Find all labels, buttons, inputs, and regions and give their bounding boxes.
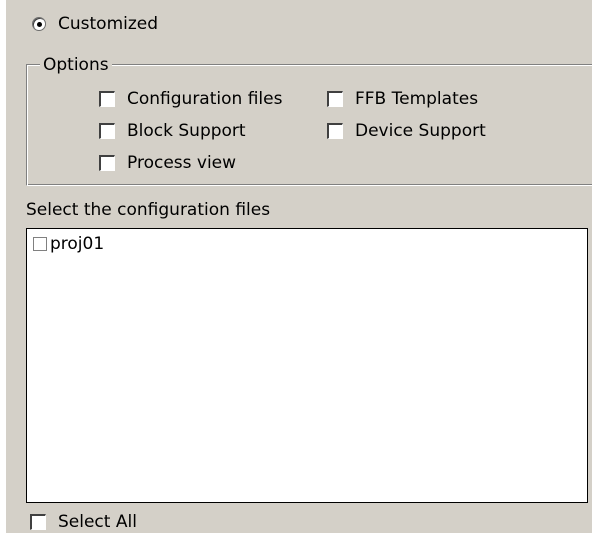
select-all-checkbox[interactable] xyxy=(30,514,46,530)
config-files-section-label: Select the configuration files xyxy=(26,200,271,220)
options-legend: Options xyxy=(40,55,112,75)
proj01-label: proj01 xyxy=(50,234,105,254)
block-support-label: Block Support xyxy=(127,121,246,141)
device-support-option[interactable]: Device Support xyxy=(327,120,486,142)
customized-label: Customized xyxy=(58,14,159,34)
device-support-label: Device Support xyxy=(355,121,486,141)
block-support-checkbox[interactable] xyxy=(99,123,115,139)
configuration-files-option[interactable]: Configuration files xyxy=(99,88,282,110)
config-files-listbox[interactable]: proj01 xyxy=(26,228,588,503)
configuration-files-label: Configuration files xyxy=(127,89,283,109)
select-all-label: Select All xyxy=(58,512,137,532)
process-view-label: Process view xyxy=(127,153,237,173)
list-item[interactable]: proj01 xyxy=(33,234,104,254)
select-all-option[interactable]: Select All xyxy=(30,511,137,533)
proj01-checkbox[interactable] xyxy=(33,237,47,251)
ffb-templates-checkbox[interactable] xyxy=(327,91,343,107)
options-panel: Customized Options Configuration files F… xyxy=(6,0,592,533)
configuration-files-checkbox[interactable] xyxy=(99,91,115,107)
radio-selected-dot xyxy=(36,21,42,27)
ffb-templates-label: FFB Templates xyxy=(355,89,479,109)
process-view-option[interactable]: Process view xyxy=(99,152,236,174)
process-view-checkbox[interactable] xyxy=(99,155,115,171)
customized-radio-option[interactable]: Customized xyxy=(32,13,158,35)
ffb-templates-option[interactable]: FFB Templates xyxy=(327,88,478,110)
block-support-option[interactable]: Block Support xyxy=(99,120,246,142)
device-support-checkbox[interactable] xyxy=(327,123,343,139)
customized-radio[interactable] xyxy=(32,17,46,31)
